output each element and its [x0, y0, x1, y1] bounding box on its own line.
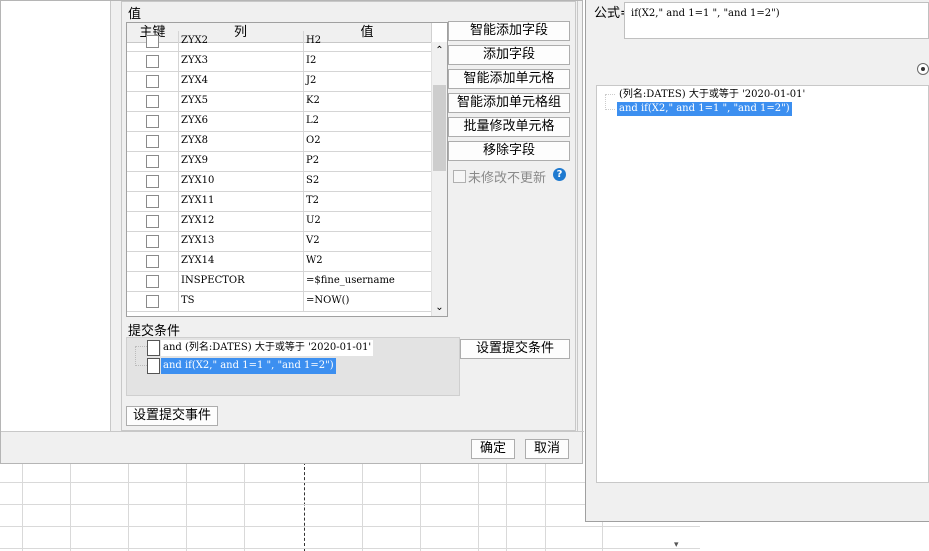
set-submit-condition-button[interactable]: 设置提交条件 [460, 339, 570, 359]
primary-key-checkbox[interactable] [146, 255, 159, 268]
column-cell[interactable]: ZYX6 [178, 111, 306, 131]
table-row[interactable]: ZYX6 L2 [127, 111, 431, 132]
table-row[interactable]: ZYX3 I2 [127, 51, 431, 72]
table-row[interactable]: ZYX4 J2 [127, 71, 431, 92]
value-cell[interactable]: I2 [303, 51, 434, 71]
no-update-unmodified-label: 未修改不更新 [468, 171, 547, 186]
table-row[interactable]: INSPECTOR =$fine_username [127, 271, 431, 292]
field-table[interactable]: 主键 列 值 ZYX2 H2 ZYX3 I2 ZYX4 J2 ZYX5 K2 ZYX6 L2 ZYX… [126, 22, 448, 317]
primary-key-checkbox[interactable] [146, 275, 159, 288]
condition-item[interactable]: and (列名:DATES) 大于或等于 '2020-01-01' [161, 340, 374, 356]
value-cell[interactable]: L2 [303, 111, 434, 131]
primary-key-checkbox[interactable] [146, 215, 159, 228]
formula-input[interactable]: if(X2," and 1=1 ", "and 1=2") [624, 2, 929, 39]
column-cell[interactable]: ZYX10 [178, 171, 306, 191]
value-cell[interactable]: =$fine_username [303, 271, 434, 291]
condition-preview-area[interactable]: (列名:DATES) 大于或等于 '2020-01-01' and if(X2,… [596, 85, 929, 483]
value-cell[interactable]: J2 [303, 71, 434, 91]
column-cell[interactable]: ZYX3 [178, 51, 306, 71]
column-cell[interactable]: ZYX4 [178, 71, 306, 91]
value-cell[interactable]: U2 [303, 211, 434, 231]
primary-key-checkbox[interactable] [146, 155, 159, 168]
smart-add-cell-group-button[interactable]: 智能添加单元格组 [448, 93, 570, 113]
batch-modify-cells-button[interactable]: 批量修改单元格 [448, 117, 570, 137]
value-cell[interactable]: =NOW() [303, 291, 434, 311]
primary-key-checkbox[interactable] [146, 95, 159, 108]
value-cell[interactable]: O2 [303, 131, 434, 151]
table-row[interactable]: ZYX8 O2 [127, 131, 431, 152]
table-row[interactable]: ZYX10 S2 [127, 171, 431, 192]
submit-settings-dialog: 值 主键 列 值 ZYX2 H2 ZYX3 I2 ZYX4 J2 ZYX5 K2 ZYX6 L2 Z… [0, 0, 584, 464]
table-row[interactable]: ZYX12 U2 [127, 211, 431, 232]
smart-add-field-button[interactable]: 智能添加字段 [448, 21, 570, 41]
column-cell[interactable]: ZYX12 [178, 211, 306, 231]
primary-key-checkbox[interactable] [146, 55, 159, 68]
condition-item-selected[interactable]: and if(X2," and 1=1 ", "and 1=2") [161, 358, 336, 374]
scrollbar-thumb[interactable] [433, 85, 446, 171]
value-cell[interactable]: W2 [303, 251, 434, 271]
table-row[interactable]: ZYX14 W2 [127, 251, 431, 272]
primary-key-checkbox[interactable] [146, 135, 159, 148]
scroll-down-icon[interactable]: ▾ [674, 540, 679, 550]
checkbox-icon[interactable] [453, 170, 466, 183]
primary-key-checkbox[interactable] [146, 35, 159, 48]
smart-add-cell-button[interactable]: 智能添加单元格 [448, 69, 570, 89]
value-cell[interactable]: V2 [303, 231, 434, 251]
add-field-button[interactable]: 添加字段 [448, 45, 570, 65]
set-submit-event-button[interactable]: 设置提交事件 [126, 406, 218, 426]
primary-key-checkbox[interactable] [146, 195, 159, 208]
table-row[interactable]: ZYX5 K2 [127, 91, 431, 112]
cancel-button[interactable]: 取消 [525, 439, 569, 459]
primary-key-checkbox[interactable] [146, 295, 159, 308]
value-cell[interactable]: H2 [303, 31, 434, 51]
remove-field-button[interactable]: 移除字段 [448, 141, 570, 161]
column-cell[interactable]: ZYX11 [178, 191, 306, 211]
table-row[interactable]: ZYX9 P2 [127, 151, 431, 172]
value-cell[interactable]: S2 [303, 171, 434, 191]
value-cell[interactable]: K2 [303, 91, 434, 111]
primary-key-checkbox[interactable] [146, 175, 159, 188]
column-cell[interactable]: ZYX13 [178, 231, 306, 251]
preview-condition-item-selected[interactable]: and if(X2," and 1=1 ", "and 1=2") [617, 102, 792, 116]
column-cell[interactable]: ZYX5 [178, 91, 306, 111]
condition-node-icon [147, 340, 160, 356]
value-cell[interactable]: P2 [303, 151, 434, 171]
submit-condition-tree[interactable]: and (列名:DATES) 大于或等于 '2020-01-01' and if… [126, 337, 460, 396]
column-cell[interactable]: INSPECTOR [178, 271, 306, 291]
help-icon[interactable]: ? [553, 168, 566, 181]
column-cell[interactable]: ZYX2 [178, 31, 306, 51]
column-cell[interactable]: TS [178, 291, 306, 311]
radio-button[interactable] [917, 63, 929, 75]
table-row[interactable]: ZYX13 V2 [127, 231, 431, 252]
table-row[interactable]: ZYX2 H2 [127, 31, 431, 52]
primary-key-checkbox[interactable] [146, 115, 159, 128]
table-row[interactable]: TS =NOW() [127, 291, 431, 312]
table-scrollbar[interactable] [431, 42, 447, 316]
preview-condition-item[interactable]: (列名:DATES) 大于或等于 '2020-01-01' [617, 87, 807, 103]
column-cell[interactable]: ZYX9 [178, 151, 306, 171]
scroll-down-icon[interactable]: ⌄ [433, 299, 446, 316]
column-cell[interactable]: ZYX8 [178, 131, 306, 151]
page-break-line [304, 462, 305, 551]
table-body: ZYX2 H2 ZYX3 I2 ZYX4 J2 ZYX5 K2 ZYX6 L2 ZYX8 O2 ZYX9… [127, 31, 431, 316]
left-pane [1, 1, 111, 431]
table-row[interactable]: ZYX11 T2 [127, 191, 431, 212]
primary-key-checkbox[interactable] [146, 75, 159, 88]
primary-key-checkbox[interactable] [146, 235, 159, 248]
condition-node-icon [147, 358, 160, 374]
column-cell[interactable]: ZYX14 [178, 251, 306, 271]
ok-button[interactable]: 确定 [471, 439, 515, 459]
values-label: 值 [128, 7, 142, 22]
value-cell[interactable]: T2 [303, 191, 434, 211]
scroll-up-icon[interactable]: ⌃ [433, 42, 446, 59]
